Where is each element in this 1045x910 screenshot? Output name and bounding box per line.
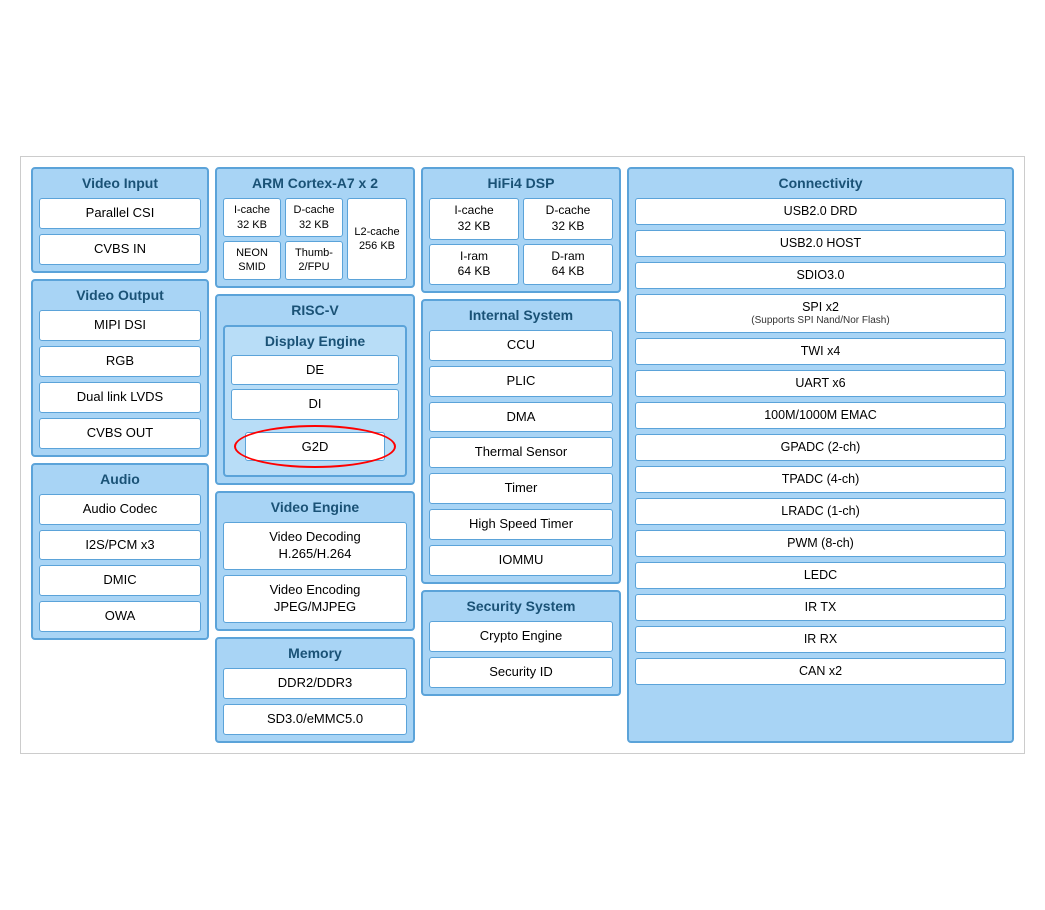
arm-thumb: Thumb-2/FPU: [285, 241, 343, 280]
security-system-section: Security System Crypto Engine Security I…: [421, 590, 621, 696]
video-output-title: Video Output: [39, 287, 201, 303]
spi-note: (Supports SPI Nand/Nor Flash): [640, 315, 1001, 327]
memory-title: Memory: [223, 645, 407, 661]
video-encoding: Video EncodingJPEG/MJPEG: [223, 575, 407, 623]
dma: DMA: [429, 402, 613, 433]
dmic: DMIC: [39, 565, 201, 596]
g2d-item: G2D: [245, 432, 385, 461]
spi-label: SPI x2: [640, 300, 1001, 315]
arm-cortex-title: ARM Cortex-A7 x 2: [223, 175, 407, 191]
internal-system-title: Internal System: [429, 307, 613, 323]
hifi-iram: I-ram64 KB: [429, 244, 519, 285]
hifi-ram-row: I-ram64 KB D-ram64 KB: [429, 244, 613, 285]
timer: Timer: [429, 473, 613, 504]
ir-tx: IR TX: [635, 594, 1006, 621]
cvbs-out: CVBS OUT: [39, 418, 201, 449]
audio-codec: Audio Codec: [39, 494, 201, 525]
can: CAN x2: [635, 658, 1006, 685]
hifi-icache: I-cache32 KB: [429, 198, 519, 239]
iommu: IOMMU: [429, 545, 613, 576]
arm-neon: NEONSMID: [223, 241, 281, 280]
rgb: RGB: [39, 346, 201, 377]
hifi-cache-row: I-cache32 KB D-cache32 KB: [429, 198, 613, 239]
mipi-dsi: MIPI DSI: [39, 310, 201, 341]
ccu: CCU: [429, 330, 613, 361]
plic: PLIC: [429, 366, 613, 397]
riscv-title: RISC-V: [223, 302, 407, 318]
crypto-engine: Crypto Engine: [429, 621, 613, 652]
video-output-section: Video Output MIPI DSI RGB Dual link LVDS…: [31, 279, 209, 457]
riscv-section: RISC-V Display Engine DE DI G2D: [215, 294, 415, 486]
cvbs-in: CVBS IN: [39, 234, 201, 265]
tpadc: TPADC (4-ch): [635, 466, 1006, 493]
thermal-sensor: Thermal Sensor: [429, 437, 613, 468]
owa: OWA: [39, 601, 201, 632]
column-1: Video Input Parallel CSI CVBS IN Video O…: [31, 167, 209, 742]
sdio: SDIO3.0: [635, 262, 1006, 289]
di-item: DI: [231, 389, 399, 420]
ledc: LEDC: [635, 562, 1006, 589]
chip-diagram: Video Input Parallel CSI CVBS IN Video O…: [20, 156, 1025, 753]
column-4: Connectivity USB2.0 DRD USB2.0 HOST SDIO…: [627, 167, 1014, 742]
emac: 100M/1000M EMAC: [635, 402, 1006, 429]
gpadc: GPADC (2-ch): [635, 434, 1006, 461]
audio-title: Audio: [39, 471, 201, 487]
arm-icache: I-cache32 KB: [223, 198, 281, 237]
hifi4-section: HiFi4 DSP I-cache32 KB D-cache32 KB I-ra…: [421, 167, 621, 292]
connectivity-title: Connectivity: [635, 175, 1006, 191]
display-engine-title: Display Engine: [231, 333, 399, 349]
memory-section: Memory DDR2/DDR3 SD3.0/eMMC5.0: [215, 637, 415, 743]
arm-dcache: D-cache32 KB: [285, 198, 343, 237]
de-item: DE: [231, 355, 399, 386]
hifi-dram: D-ram64 KB: [523, 244, 613, 285]
hifi-dcache: D-cache32 KB: [523, 198, 613, 239]
arm-inner: I-cache32 KB D-cache32 KB NEONSMID Thumb…: [223, 198, 407, 279]
internal-system-section: Internal System CCU PLIC DMA Thermal Sen…: [421, 299, 621, 584]
arm-cortex-section: ARM Cortex-A7 x 2 I-cache32 KB D-cache32…: [215, 167, 415, 287]
usb2-host: USB2.0 HOST: [635, 230, 1006, 257]
column-3: HiFi4 DSP I-cache32 KB D-cache32 KB I-ra…: [421, 167, 621, 742]
security-system-title: Security System: [429, 598, 613, 614]
arm-cache-row: I-cache32 KB D-cache32 KB: [223, 198, 343, 237]
g2d-container: G2D: [231, 424, 399, 469]
security-id: Security ID: [429, 657, 613, 688]
ir-rx: IR RX: [635, 626, 1006, 653]
sd-emmc: SD3.0/eMMC5.0: [223, 704, 407, 735]
lradc: LRADC (1-ch): [635, 498, 1006, 525]
connectivity-section: Connectivity USB2.0 DRD USB2.0 HOST SDIO…: [627, 167, 1014, 742]
hifi-inner: I-cache32 KB D-cache32 KB I-ram64 KB D-r…: [429, 198, 613, 284]
usb2-drd: USB2.0 DRD: [635, 198, 1006, 225]
display-engine-section: Display Engine DE DI G2D: [223, 325, 407, 478]
video-engine-title: Video Engine: [223, 499, 407, 515]
video-decoding: Video DecodingH.265/H.264: [223, 522, 407, 570]
ddr: DDR2/DDR3: [223, 668, 407, 699]
arm-l2cache: L2-cache256 KB: [347, 198, 407, 279]
twi: TWI x4: [635, 338, 1006, 365]
uart: UART x6: [635, 370, 1006, 397]
dual-link-lvds: Dual link LVDS: [39, 382, 201, 413]
high-speed-timer: High Speed Timer: [429, 509, 613, 540]
pwm: PWM (8-ch): [635, 530, 1006, 557]
video-engine-section: Video Engine Video DecodingH.265/H.264 V…: [215, 491, 415, 631]
audio-section: Audio Audio Codec I2S/PCM x3 DMIC OWA: [31, 463, 209, 641]
i2s-pcm: I2S/PCM x3: [39, 530, 201, 561]
parallel-csi: Parallel CSI: [39, 198, 201, 229]
column-2: ARM Cortex-A7 x 2 I-cache32 KB D-cache32…: [215, 167, 415, 742]
hifi4-title: HiFi4 DSP: [429, 175, 613, 191]
video-input-section: Video Input Parallel CSI CVBS IN: [31, 167, 209, 273]
spi-group: SPI x2 (Supports SPI Nand/Nor Flash): [635, 294, 1006, 333]
video-input-title: Video Input: [39, 175, 201, 191]
arm-neon-row: NEONSMID Thumb-2/FPU: [223, 241, 343, 280]
arm-row-1: I-cache32 KB D-cache32 KB NEONSMID Thumb…: [223, 198, 407, 279]
